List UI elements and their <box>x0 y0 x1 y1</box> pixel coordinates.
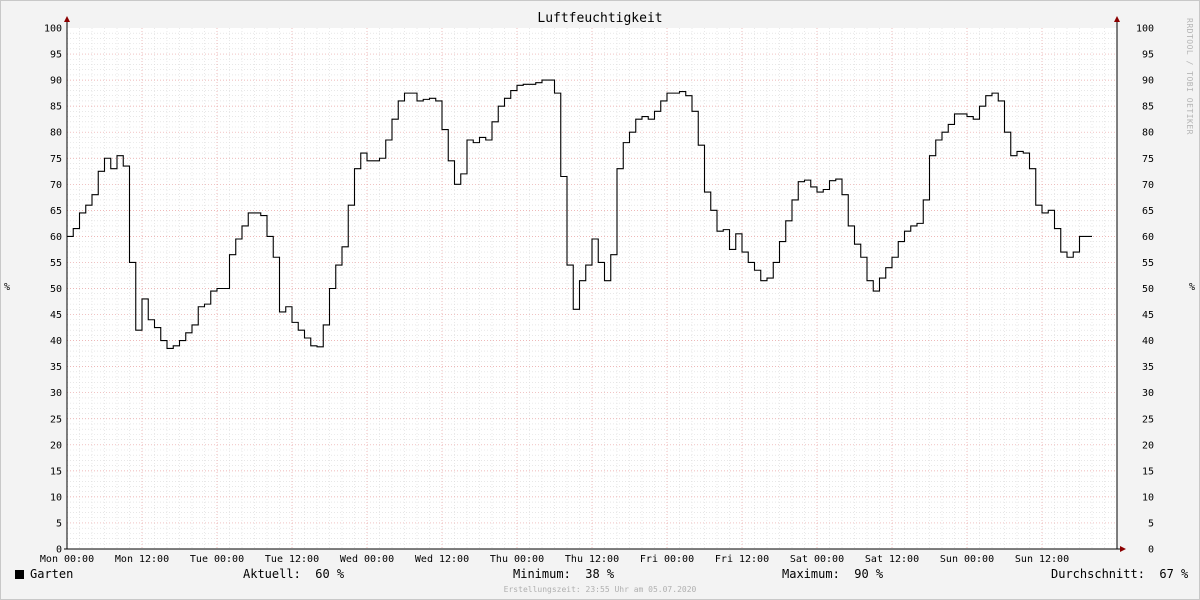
y-tick-label-right: 25 <box>1142 414 1154 425</box>
x-tick-label: Fri 12:00 <box>715 554 769 565</box>
y-axis-left-arrow <box>64 16 70 22</box>
legend-avg-label: Durchschnitt: <box>1051 567 1145 581</box>
legend-maximum: Maximum: 90 % <box>782 567 883 581</box>
y-tick-label-left: 30 <box>50 388 62 399</box>
y-tick-label-right: 40 <box>1142 336 1154 347</box>
x-tick-label: Mon 00:00 <box>40 554 94 565</box>
y-tick-label-left: 45 <box>50 310 62 321</box>
y-tick-label-right: 5 <box>1148 518 1154 529</box>
y-tick-label-left: 90 <box>50 76 62 87</box>
y-axis-right-arrow <box>1114 16 1120 22</box>
legend-max-value: 90 % <box>854 567 884 581</box>
x-tick-label: Wed 00:00 <box>340 554 394 565</box>
y-axis-unit-left: % <box>4 282 11 293</box>
footer-timestamp: Erstellungszeit: 23:55 Uhr am 05.07.2020 <box>503 585 697 594</box>
x-tick-label: Sat 00:00 <box>790 554 844 565</box>
y-tick-label-right: 0 <box>1148 545 1154 556</box>
y-tick-label-right: 15 <box>1142 466 1154 477</box>
legend-swatch <box>15 570 24 579</box>
y-tick-label-left: 20 <box>50 440 62 451</box>
y-tick-label-right: 70 <box>1142 180 1154 191</box>
y-tick-label-right: 35 <box>1142 362 1154 373</box>
y-tick-label-left: 80 <box>50 128 62 139</box>
y-tick-label-left: 25 <box>50 414 62 425</box>
x-tick-label: Sun 12:00 <box>1015 554 1069 565</box>
y-tick-label-left: 35 <box>50 362 62 373</box>
watermark: RRDTOOL / TOBI OETIKER <box>1185 18 1194 135</box>
legend-current-label: Aktuell: <box>243 567 301 581</box>
x-tick-label: Tue 00:00 <box>190 554 244 565</box>
y-tick-label-right: 30 <box>1142 388 1154 399</box>
humidity-chart: 0 05 510 1015 1520 2025 2530 3035 3540 4045 4550 50… <box>40 16 1154 565</box>
y-tick-label-left: 10 <box>50 492 62 503</box>
y-tick-label-right: 80 <box>1142 128 1154 139</box>
y-tick-label-left: 65 <box>50 206 62 217</box>
y-tick-label-right: 65 <box>1142 206 1154 217</box>
y-tick-label-right: 50 <box>1142 284 1154 295</box>
y-tick-label-right: 60 <box>1142 232 1154 243</box>
x-tick-label: Thu 12:00 <box>565 554 619 565</box>
y-tick-label-left: 40 <box>50 336 62 347</box>
y-tick-label-left: 70 <box>50 180 62 191</box>
x-tick-label: Wed 12:00 <box>415 554 469 565</box>
y-tick-label-right: 20 <box>1142 440 1154 451</box>
y-tick-label-left: 5 <box>56 518 62 529</box>
x-tick-label: Mon 12:00 <box>115 554 169 565</box>
legend-min-value: 38 % <box>585 567 615 581</box>
x-tick-label: Thu 00:00 <box>490 554 544 565</box>
y-tick-label-right: 100 <box>1136 24 1154 35</box>
y-tick-label-left: 60 <box>50 232 62 243</box>
x-tick-label: Fri 00:00 <box>640 554 694 565</box>
y-tick-label-right: 10 <box>1142 492 1154 503</box>
legend-min-label: Minimum: <box>513 567 571 581</box>
legend-max-label: Maximum: <box>782 567 840 581</box>
y-tick-label-right: 75 <box>1142 154 1154 165</box>
y-tick-label-right: 55 <box>1142 258 1154 269</box>
legend-series-name: Garten <box>30 567 74 581</box>
legend-current-value: 60 % <box>315 567 345 581</box>
y-tick-label-right: 90 <box>1142 76 1154 87</box>
y-tick-label-left: 15 <box>50 466 62 477</box>
y-tick-label-left: 75 <box>50 154 62 165</box>
y-tick-label-left: 95 <box>50 50 62 61</box>
y-tick-label-left: 55 <box>50 258 62 269</box>
x-tick-label: Tue 12:00 <box>265 554 319 565</box>
legend-avg-value: 67 % <box>1159 567 1189 581</box>
y-tick-label-left: 100 <box>44 24 62 35</box>
y-axis-unit-right: % <box>1189 282 1196 293</box>
x-tick-label: Sat 12:00 <box>865 554 919 565</box>
y-tick-label-left: 85 <box>50 102 62 113</box>
legend-minimum: Minimum: 38 % <box>513 567 614 581</box>
y-tick-label-right: 95 <box>1142 50 1154 61</box>
legend-series: Garten <box>15 567 73 581</box>
y-tick-label-right: 45 <box>1142 310 1154 321</box>
legend-current: Aktuell: 60 % <box>243 567 344 581</box>
y-tick-label-right: 85 <box>1142 102 1154 113</box>
x-axis-arrow <box>1120 546 1126 552</box>
x-tick-label: Sun 00:00 <box>940 554 994 565</box>
legend-average: Durchschnitt: 67 % <box>1051 567 1188 581</box>
y-tick-label-left: 50 <box>50 284 62 295</box>
